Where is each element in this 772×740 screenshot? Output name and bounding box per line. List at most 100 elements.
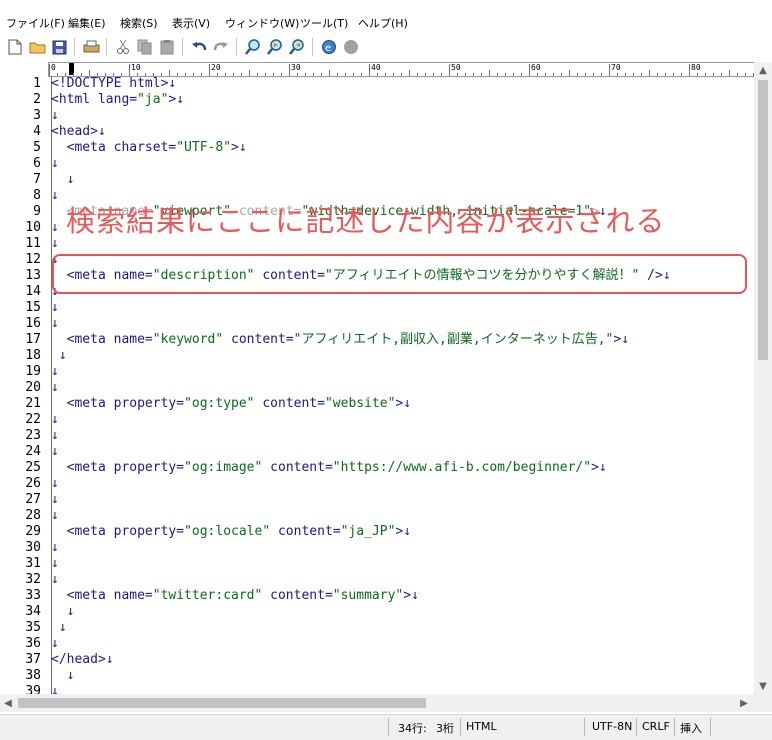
redo-icon[interactable] (212, 38, 230, 56)
code-line[interactable]: 7 ↓ (4, 172, 754, 188)
code-text: ↓ (51, 476, 59, 491)
scroll-left-icon[interactable]: ◀ (0, 694, 16, 712)
code-line[interactable]: 1 <!DOCTYPE html>↓ (4, 76, 754, 92)
code-line[interactable]: 39 ↓ (4, 684, 754, 694)
browser-icon[interactable]: e (320, 38, 338, 56)
search-prev-icon[interactable] (288, 38, 306, 56)
ruler-label: 50 (451, 63, 461, 72)
code-line[interactable]: 18 ↓ (4, 348, 754, 364)
save-icon[interactable] (50, 38, 68, 56)
search-icon[interactable] (244, 38, 262, 56)
line-number: 13 (25, 268, 41, 283)
vertical-scrollbar[interactable]: ▲ ▼ (754, 62, 772, 694)
print-icon[interactable] (82, 38, 100, 56)
undo-icon[interactable] (190, 38, 208, 56)
line-number: 15 (25, 300, 41, 315)
code-line[interactable]: 15 ↓ (4, 300, 754, 316)
menu-edit[interactable]: 編集(E) (68, 15, 106, 31)
code-line[interactable]: 16 ↓ (4, 316, 754, 332)
code-text: ↓ (51, 236, 59, 251)
line-number: 3 (33, 108, 41, 123)
new-file-icon[interactable] (6, 38, 24, 56)
scroll-right-icon[interactable]: ▶ (736, 694, 752, 712)
code-line[interactable]: 23 ↓ (4, 428, 754, 444)
ruler-label: 70 (611, 63, 621, 72)
code-line[interactable]: 33 <meta name="twitter:card" content="su… (4, 588, 754, 604)
code-text: ↓ (51, 556, 59, 571)
code-line[interactable]: 36 ↓ (4, 636, 754, 652)
menu-tools[interactable]: ツール(T) (300, 15, 348, 31)
code-text: ↓ (51, 540, 59, 555)
line-number: 20 (25, 380, 41, 395)
code-text: <meta name="twitter:card" content="summa… (51, 588, 419, 603)
code-text: ↓ (51, 316, 59, 331)
status-mode: HTML (466, 720, 497, 733)
status-row: 34行: (398, 722, 427, 735)
open-folder-icon[interactable] (28, 38, 46, 56)
code-line[interactable]: 28 ↓ (4, 508, 754, 524)
search-next-icon[interactable] (266, 38, 284, 56)
horizontal-scrollbar[interactable]: ◀ ▶ (0, 694, 754, 712)
code-line[interactable]: 17 <meta name="keyword" content="アフィリエイト… (4, 332, 754, 348)
paste-icon[interactable] (158, 38, 176, 56)
status-insert-mode: 挿入 (680, 722, 702, 735)
code-line[interactable]: 3 ↓ (4, 108, 754, 124)
code-line[interactable]: 37 </head>↓ (4, 652, 754, 668)
code-line[interactable]: 22 ↓ (4, 412, 754, 428)
code-line[interactable]: 38 ↓ (4, 668, 754, 684)
code-line[interactable]: 34 ↓ (4, 604, 754, 620)
code-line[interactable]: 27 ↓ (4, 492, 754, 508)
menu-file[interactable]: ファイル(F) (6, 15, 65, 31)
code-line[interactable]: 30 ↓ (4, 540, 754, 556)
horizontal-scroll-thumb[interactable] (18, 698, 426, 708)
code-line[interactable]: 29 <meta property="og:locale" content="j… (4, 524, 754, 540)
code-line[interactable]: 6 ↓ (4, 156, 754, 172)
line-number: 34 (25, 604, 41, 619)
code-line[interactable]: 4 <head>↓ (4, 124, 754, 140)
line-number: 31 (25, 556, 41, 571)
code-line[interactable]: 24 ↓ (4, 444, 754, 460)
menu-help[interactable]: ヘルプ(H) (358, 15, 408, 31)
code-line[interactable]: 5 <meta charset="UTF-8">↓ (4, 140, 754, 156)
line-number: 5 (33, 140, 41, 155)
record-icon[interactable] (342, 38, 360, 56)
code-line[interactable]: 2 <html lang="ja">↓ (4, 92, 754, 108)
scroll-up-icon[interactable]: ▲ (754, 62, 772, 78)
editor-area[interactable]: 1 <!DOCTYPE html>↓ 2 <html lang="ja">↓ 3 ↓ 4 <h… (4, 76, 754, 694)
menu-view[interactable]: 表示(V) (172, 15, 210, 31)
ruler-tick (689, 64, 690, 76)
toolbar-separator (312, 38, 313, 56)
scroll-down-icon[interactable]: ▼ (754, 678, 772, 694)
line-number: 4 (33, 124, 41, 139)
line-number: 9 (33, 204, 41, 219)
code-line[interactable]: 19 ↓ (4, 364, 754, 380)
code-line[interactable]: 25 <meta property="og:image" content="ht… (4, 460, 754, 476)
code-text: <meta property="og:locale" content="ja_J… (51, 524, 412, 539)
code-line[interactable]: 31 ↓ (4, 556, 754, 572)
line-number: 38 (25, 668, 41, 683)
line-number: 32 (25, 572, 41, 587)
vertical-scroll-thumb[interactable] (758, 80, 768, 360)
line-number: 2 (33, 92, 41, 107)
menu-window[interactable]: ウィンドウ(W) (225, 15, 299, 31)
code-text: <!DOCTYPE html>↓ (51, 76, 177, 91)
code-line[interactable]: 35 ↓ (4, 620, 754, 636)
menu-search[interactable]: 検索(S) (120, 15, 158, 31)
status-divider (636, 718, 637, 736)
scrollbar-corner (754, 694, 772, 712)
line-number: 8 (33, 188, 41, 203)
code-text: <meta property="og:image" content="https… (51, 460, 607, 475)
code-line[interactable]: 21 <meta property="og:type" content="web… (4, 396, 754, 412)
cut-icon[interactable] (114, 38, 132, 56)
toolbar-separator (106, 38, 107, 56)
status-column: 3桁 (436, 722, 454, 735)
code-line[interactable]: 32 ↓ (4, 572, 754, 588)
code-line[interactable]: 26 ↓ (4, 476, 754, 492)
line-number: 27 (25, 492, 41, 507)
line-number: 19 (25, 364, 41, 379)
code-text: ↓ (66, 172, 75, 187)
line-number: 22 (25, 412, 41, 427)
copy-icon[interactable] (136, 38, 154, 56)
code-line[interactable]: 20 ↓ (4, 380, 754, 396)
ruler-label: 0 (51, 63, 56, 72)
